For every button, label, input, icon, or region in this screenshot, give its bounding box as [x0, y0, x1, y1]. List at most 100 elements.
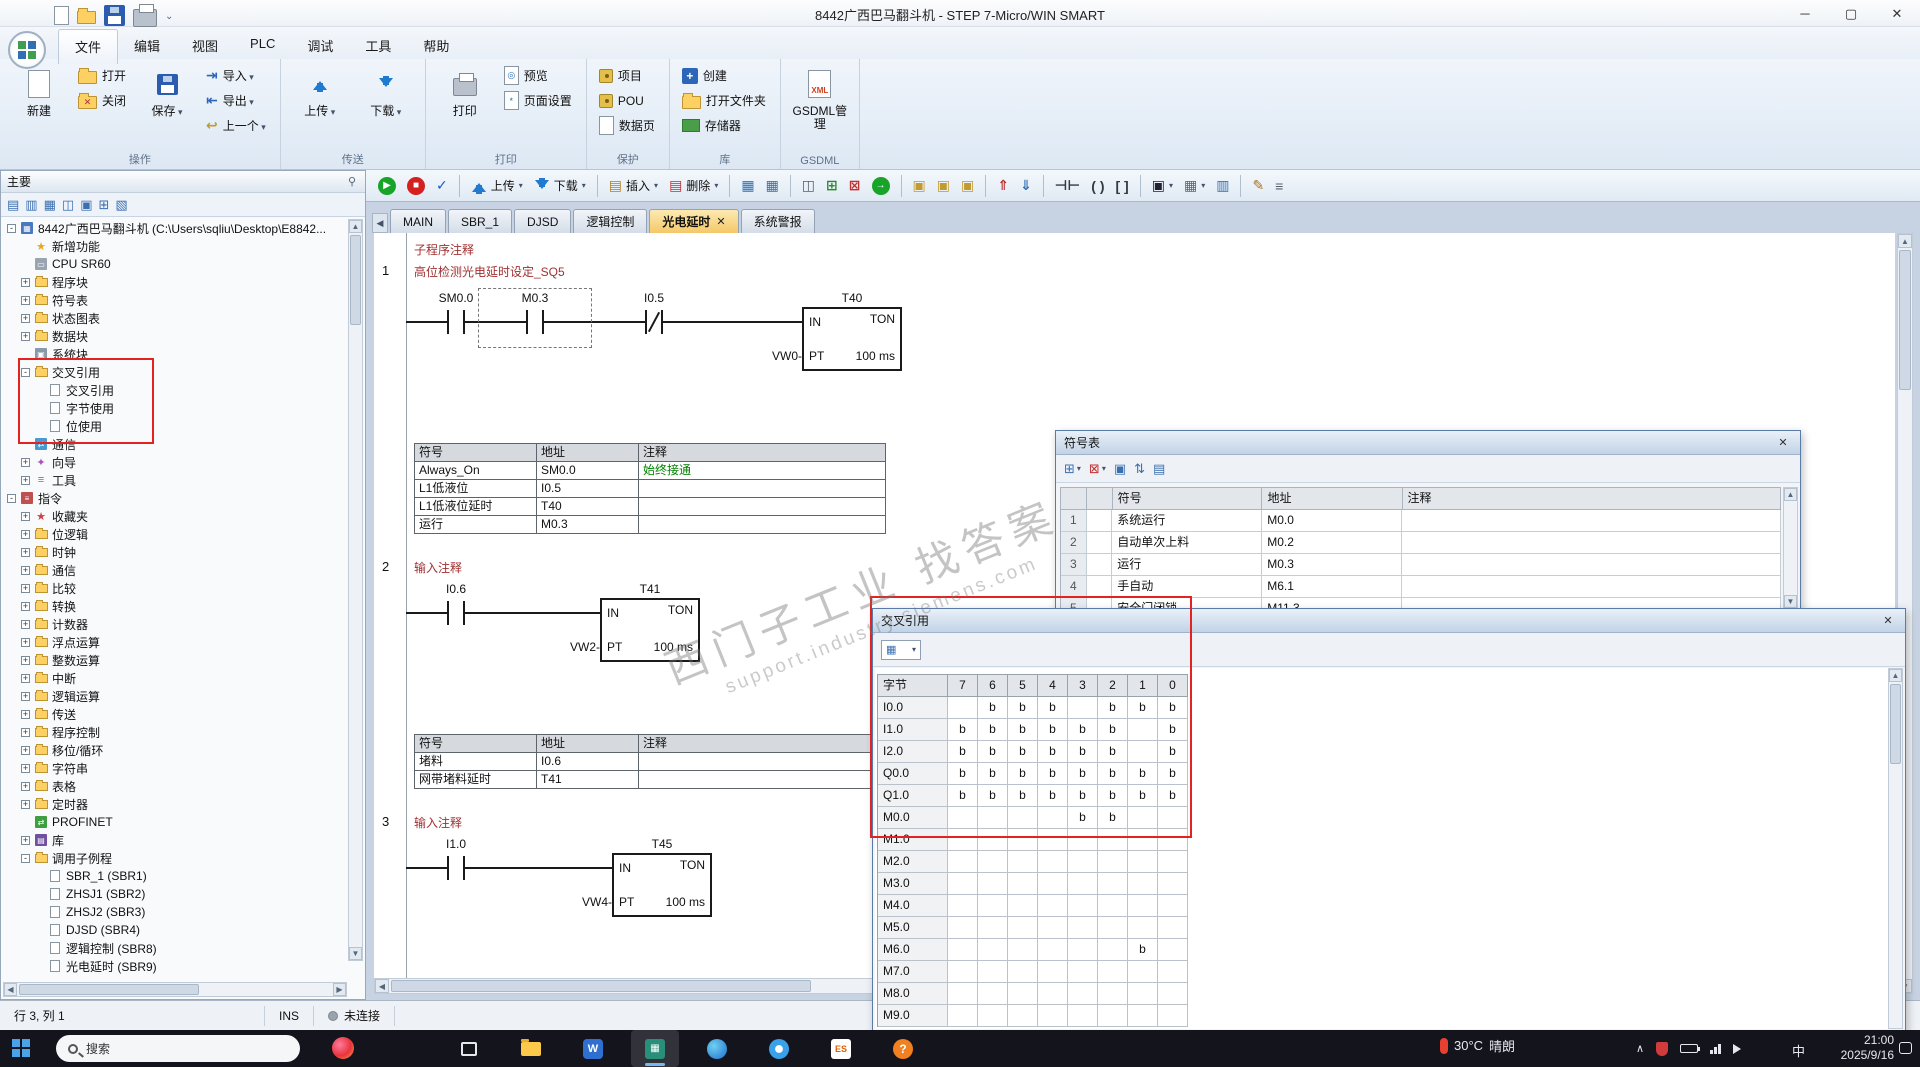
- tab-main[interactable]: MAIN: [390, 209, 446, 233]
- bit-usage-cell[interactable]: b: [978, 719, 1008, 741]
- tree-item[interactable]: + 逻辑运算: [3, 687, 347, 705]
- qat-menu-button[interactable]: ⌄: [165, 11, 173, 22]
- address-cell[interactable]: M0.2: [1262, 532, 1403, 554]
- bit-usage-cell[interactable]: b: [1038, 741, 1068, 763]
- step7-app-icon[interactable]: ▦: [631, 1030, 679, 1067]
- scrollbar-thumb[interactable]: [350, 235, 361, 325]
- tree-expander[interactable]: +: [21, 475, 30, 485]
- bit-usage-cell[interactable]: [1008, 873, 1038, 895]
- contact-no[interactable]: [447, 601, 465, 625]
- tree-expander[interactable]: -: [21, 367, 30, 377]
- network-comment[interactable]: 输入注释: [414, 559, 462, 576]
- tree-item[interactable]: + 移位/循环: [3, 741, 347, 759]
- notification-center-icon[interactable]: [1899, 1042, 1912, 1054]
- bit-usage-cell[interactable]: [1008, 895, 1038, 917]
- bit-usage-cell[interactable]: b: [1128, 697, 1158, 719]
- stop-button[interactable]: ■: [403, 175, 429, 197]
- tree-item[interactable]: ▭ CPU SR60: [3, 255, 347, 273]
- save-button[interactable]: [104, 4, 125, 29]
- search-box[interactable]: 搜索: [56, 1035, 300, 1062]
- tree-item[interactable]: + 转换: [3, 597, 347, 615]
- scroll-left-arrow[interactable]: ◀: [4, 983, 17, 996]
- tree-item[interactable]: + ≡ 工具: [3, 471, 347, 489]
- contact-no[interactable]: [447, 856, 465, 880]
- bit-usage-cell[interactable]: [948, 851, 978, 873]
- tree-item[interactable]: 逻辑控制 (SBR8): [3, 939, 347, 957]
- tab-sbr1[interactable]: SBR_1: [448, 209, 513, 233]
- close-tab-icon[interactable]: ✕: [716, 215, 725, 228]
- tree-expander[interactable]: +: [21, 655, 30, 665]
- tree-item[interactable]: + 中断: [3, 669, 347, 687]
- bit-usage-cell[interactable]: [1068, 851, 1098, 873]
- tree-item[interactable]: + ▤ 库: [3, 831, 347, 849]
- minimize-button[interactable]: ─: [1782, 0, 1828, 27]
- tree-item[interactable]: + 程序块: [3, 273, 347, 291]
- bit-usage-cell[interactable]: [948, 939, 978, 961]
- bit-usage-cell[interactable]: [1008, 829, 1038, 851]
- bit-usage-cell[interactable]: b: [948, 763, 978, 785]
- tree-expander[interactable]: +: [21, 709, 30, 719]
- maximize-button[interactable]: ▢: [1828, 0, 1874, 27]
- tree-item[interactable]: ZHSJ1 (SBR2): [3, 885, 347, 903]
- delete-symbol-button[interactable]: ⊠: [1089, 461, 1106, 477]
- menu-tab-help[interactable]: 帮助: [407, 29, 465, 64]
- download-button[interactable]: 下载: [355, 63, 417, 122]
- protect-pou-button[interactable]: POU: [595, 88, 661, 113]
- tree-expander[interactable]: +: [21, 637, 30, 647]
- bit-usage-cell[interactable]: [978, 851, 1008, 873]
- open-button[interactable]: 打开: [74, 63, 132, 88]
- bit-usage-cell[interactable]: b: [948, 785, 978, 807]
- comment-cell[interactable]: [1402, 554, 1781, 576]
- bit-usage-cell[interactable]: [1158, 851, 1188, 873]
- menu-tab-debug[interactable]: 调试: [291, 29, 349, 64]
- symbol-cell[interactable]: 手自动: [1112, 576, 1263, 598]
- bit-usage-cell[interactable]: [1008, 983, 1038, 1005]
- insert-box-button[interactable]: [ ]: [1111, 176, 1132, 196]
- tree-expander[interactable]: +: [21, 529, 30, 539]
- lib-create-button[interactable]: + 创建: [678, 63, 772, 88]
- bit-usage-cell[interactable]: [1068, 983, 1098, 1005]
- bit-usage-cell[interactable]: [978, 917, 1008, 939]
- bit-usage-cell[interactable]: [1068, 895, 1098, 917]
- es-app-icon[interactable]: ES: [817, 1030, 865, 1067]
- chart-view-button[interactable]: ▥: [1212, 175, 1233, 196]
- tree-item[interactable]: + 定时器: [3, 795, 347, 813]
- upload-button[interactable]: 上传: [467, 174, 527, 198]
- bit-usage-cell[interactable]: b: [1098, 763, 1128, 785]
- bit-usage-cell[interactable]: [1158, 961, 1188, 983]
- print-symbol-button[interactable]: ▤: [1153, 461, 1165, 477]
- weather-widget[interactable]: 30°C 晴朗: [1440, 1036, 1515, 1055]
- bit-usage-cell[interactable]: [1128, 895, 1158, 917]
- address-cell[interactable]: M0.0: [1262, 510, 1403, 532]
- tree-item[interactable]: + 符号表: [3, 291, 347, 309]
- bit-usage-cell[interactable]: [1098, 895, 1128, 917]
- tree-expander[interactable]: +: [21, 799, 30, 809]
- bit-usage-cell[interactable]: [978, 895, 1008, 917]
- bit-usage-cell[interactable]: b: [1038, 697, 1068, 719]
- tree-view-icon[interactable]: ▤: [7, 197, 19, 213]
- bit-usage-cell[interactable]: [1098, 961, 1128, 983]
- network-comment[interactable]: 输入注释: [414, 814, 462, 831]
- gsdml-manage-button[interactable]: XML GSDML管理: [789, 63, 851, 134]
- close-button[interactable]: ✕: [1874, 0, 1920, 27]
- timer-box[interactable]: T40 IN TON PT 100 ms VW0-: [772, 291, 902, 371]
- bit-usage-cell[interactable]: b: [1068, 785, 1098, 807]
- bit-usage-cell[interactable]: b: [1008, 697, 1038, 719]
- bit-usage-cell[interactable]: b: [978, 763, 1008, 785]
- print-button[interactable]: [133, 3, 157, 30]
- tree-expander[interactable]: +: [21, 547, 30, 557]
- bit-usage-cell[interactable]: [948, 829, 978, 851]
- bit-usage-cell[interactable]: [948, 697, 978, 719]
- tab-system-alarm[interactable]: 系统警报: [740, 209, 815, 233]
- insert-symbol-button[interactable]: ⊞: [1064, 461, 1081, 477]
- bit-usage-cell[interactable]: [1068, 917, 1098, 939]
- bit-usage-cell[interactable]: [1158, 807, 1188, 829]
- bit-usage-cell[interactable]: [1068, 939, 1098, 961]
- network-icon[interactable]: [1710, 1043, 1722, 1054]
- instruction-view-icon[interactable]: ▥: [25, 197, 37, 213]
- bit-usage-cell[interactable]: [1098, 829, 1128, 851]
- address-cell[interactable]: M0.3: [1262, 554, 1403, 576]
- timer-box[interactable]: T45 IN TON PT 100 ms VW4-: [582, 837, 712, 917]
- bit-usage-cell[interactable]: [1008, 961, 1038, 983]
- bit-usage-cell[interactable]: [948, 895, 978, 917]
